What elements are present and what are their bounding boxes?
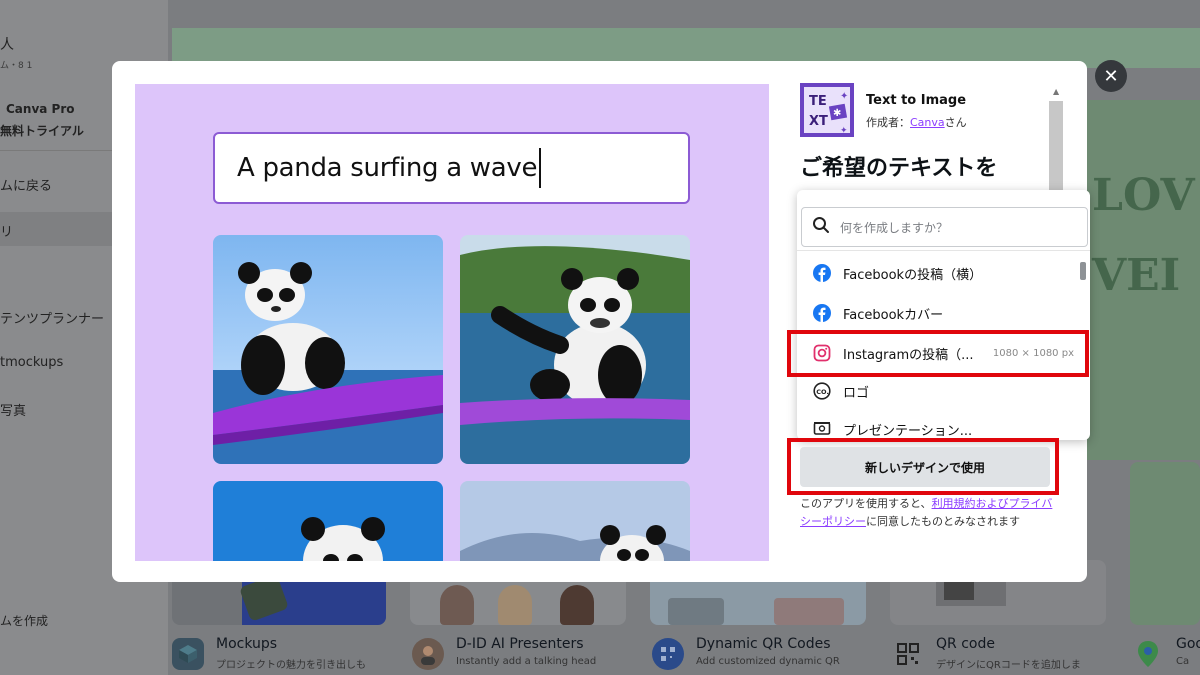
app-desc: デザインにQRコードを追加しま [936, 660, 1081, 671]
dropdown-item-label: ロゴ [843, 385, 870, 401]
generated-image-4[interactable] [460, 481, 690, 561]
sidebar-active-item[interactable]: リ [0, 221, 13, 240]
app-title: D-ID AI Presenters [456, 636, 584, 652]
terms-text-before: このアプリを使用すると、 [800, 497, 932, 510]
prompt-input[interactable]: A panda surfing a wave [213, 132, 690, 204]
design-search-input[interactable]: 何を作成しますか？ [801, 207, 1088, 247]
text-to-image-logo: TE XT ✱ ✦ ✦ [800, 83, 854, 137]
svg-text:XT: XT [809, 114, 828, 129]
sidebar-back-link[interactable]: ムに戻る [0, 175, 52, 194]
app-title: Dynamic QR Codes [696, 636, 831, 652]
text-caret [539, 148, 542, 188]
svg-text:TE: TE [809, 94, 827, 109]
terms-notice: このアプリを使用すると、利用規約およびプライバシーポリシーに同意したものとみなさ… [800, 495, 1055, 531]
facebook-icon [813, 304, 831, 322]
preview-panel: A panda surfing a wave [135, 84, 769, 561]
app-desc: プロジェクトの魅力を引き出しも [216, 660, 366, 671]
design-type-dropdown: 何を作成しますか？ Facebookの投稿（横） Facebookカバー Ins… [797, 190, 1090, 440]
prompt-text: A panda surfing a wave [237, 153, 538, 183]
dropdown-scroll-thumb[interactable] [1080, 262, 1086, 280]
svg-text:✦: ✦ [840, 126, 848, 136]
search-icon [812, 216, 830, 238]
app-desc: Ca [1176, 656, 1190, 667]
dropdown-divider [797, 250, 1090, 251]
dropdown-item-facebook-post[interactable]: Facebookの投稿（横） [797, 254, 1090, 292]
background-card-text-2: VEI [1092, 250, 1181, 301]
sidebar-trial-label[interactable]: 無料トライアル [0, 122, 84, 139]
app-row-dynamic-qr[interactable]: Dynamic QR Codes Add customized dynamic … [652, 634, 872, 675]
app-title: Goo [1176, 636, 1200, 652]
app-card-image-google[interactable] [1130, 462, 1200, 625]
terms-text-after: に同意したものとみなされます [866, 515, 1020, 528]
author-link[interactable]: Canva [910, 116, 945, 129]
app-title: QR code [936, 636, 995, 652]
cube-icon [172, 638, 204, 670]
generated-image-2[interactable] [460, 235, 690, 464]
instagram-highlight-box [787, 330, 1089, 377]
app-row-google[interactable]: Goo Ca [1132, 634, 1200, 675]
qr-code-icon [892, 638, 924, 670]
sidebar-item-planner[interactable]: テンツプランナー [0, 308, 104, 327]
svg-text:✱: ✱ [833, 108, 841, 119]
author-prefix: 作成者： [866, 116, 910, 129]
dropdown-item-label: Facebookカバー [843, 307, 944, 323]
map-pin-icon [1132, 638, 1164, 670]
app-name: Text to Image [866, 93, 967, 108]
app-row-did[interactable]: D-ID AI Presenters Instantly add a talki… [412, 634, 632, 675]
dropdown-item-label: プレゼンテーション... [843, 423, 973, 439]
dropdown-item-facebook-cover[interactable]: Facebookカバー [797, 294, 1090, 332]
sidebar-user-name: 人 [0, 37, 14, 53]
background-card-text-1: LOV [1092, 170, 1195, 221]
text-to-image-modal: A panda surfing a wave TE XT ✱ ✦ ✦ Text … [112, 61, 1090, 582]
generated-image-1[interactable] [213, 235, 443, 464]
logo-icon: CO. [813, 382, 831, 400]
panel-heading: ご希望のテキストを [800, 156, 998, 181]
app-row-qr[interactable]: QR code デザインにQRコードを追加しま [892, 634, 1112, 675]
app-row-mockups[interactable]: Mockups プロジェクトの魅力を引き出しも [172, 634, 392, 675]
sidebar-item-mockups[interactable]: tmockups [0, 355, 63, 370]
app-author: 作成者：Canvaさん [866, 114, 967, 130]
presentation-icon [813, 420, 831, 438]
dropdown-item-label: Facebookの投稿（横） [843, 267, 983, 283]
app-desc: Add customized dynamic QR [696, 656, 840, 667]
qr-circle-icon [652, 638, 684, 670]
svg-text:✦: ✦ [840, 91, 848, 102]
author-suffix: さん [944, 116, 967, 129]
app-desc: Instantly add a talking head [456, 656, 597, 667]
scroll-up-arrow-icon[interactable]: ▲ [1053, 87, 1059, 96]
sidebar-pro-label[interactable]: Canva Pro [6, 102, 75, 116]
sidebar-item-photos[interactable]: 写真 [0, 400, 26, 419]
app-title: Mockups [216, 636, 278, 652]
dropdown-item-presentation[interactable]: プレゼンテーション... [797, 410, 1090, 440]
panel-scroll-thumb[interactable] [1049, 101, 1063, 196]
generated-image-3[interactable] [213, 481, 443, 561]
dropdown-item-logo[interactable]: CO. ロゴ [797, 372, 1090, 410]
close-modal-button[interactable]: ✕ [1095, 60, 1127, 92]
presenter-avatar-icon [412, 638, 444, 670]
button-highlight-box [787, 438, 1059, 495]
facebook-icon [813, 264, 831, 282]
sidebar-create-team[interactable]: ムを作成 [0, 612, 48, 629]
svg-text:CO.: CO. [816, 388, 829, 396]
search-placeholder: 何を作成しますか？ [840, 220, 949, 235]
sidebar-user-sub: ム・8 1 [0, 61, 33, 71]
